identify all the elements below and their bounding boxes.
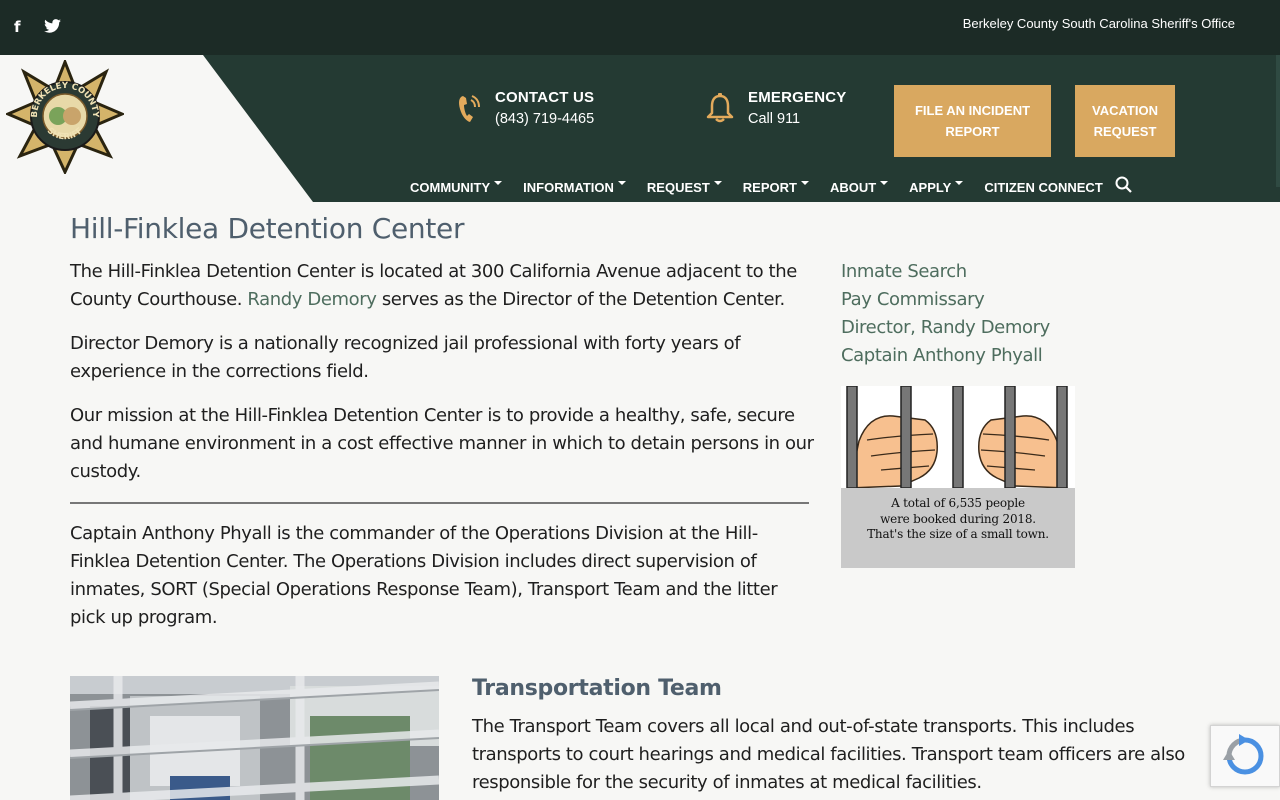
nav-item-about[interactable]: ABOUT bbox=[830, 180, 889, 195]
bookings-infographic: A total of 6,535 people were booked duri… bbox=[841, 386, 1075, 568]
search-icon[interactable] bbox=[1115, 176, 1132, 198]
nav-item-citizen-connect[interactable]: CITIZEN CONNECT bbox=[984, 180, 1102, 195]
vacation-request-button[interactable]: VACATION REQUEST bbox=[1075, 85, 1175, 157]
caret-down-icon bbox=[713, 181, 722, 185]
nav-item-apply[interactable]: APPLY bbox=[909, 180, 964, 195]
twitter-icon[interactable] bbox=[44, 19, 61, 37]
contact-us-title: CONTACT US bbox=[495, 89, 595, 106]
transportation-team-heading: Transportation Team bbox=[472, 676, 722, 701]
emergency-title: EMERGENCY bbox=[748, 89, 847, 106]
nav-item-request[interactable]: REQUEST bbox=[647, 180, 722, 195]
caret-down-icon bbox=[800, 181, 809, 185]
hands-on-bars-image bbox=[841, 386, 1075, 489]
transport-van-photo bbox=[70, 676, 439, 800]
emergency-detail: Call 911 bbox=[748, 111, 801, 127]
director-paragraph: Director Demory is a nationally recogniz… bbox=[70, 333, 741, 382]
emergency-block[interactable]: EMERGENCY Call 911 bbox=[748, 89, 846, 127]
inmate-search-link[interactable]: Inmate Search bbox=[841, 258, 1050, 286]
caret-down-icon bbox=[494, 181, 503, 185]
sidebar-links: Inmate Search Pay Commissary Director, R… bbox=[841, 258, 1050, 370]
contact-us-block[interactable]: CONTACT US (843) 719-4465 bbox=[495, 89, 594, 127]
caret-down-icon bbox=[880, 181, 889, 185]
nav-item-community[interactable]: COMMUNITY bbox=[410, 180, 503, 195]
recaptcha-badge[interactable] bbox=[1210, 725, 1280, 787]
nav-item-information[interactable]: INFORMATION bbox=[523, 180, 626, 195]
randy-demory-link[interactable]: Randy Demory bbox=[247, 289, 376, 310]
operations-paragraph: Captain Anthony Phyall is the commander … bbox=[70, 523, 778, 628]
bell-icon bbox=[705, 92, 735, 128]
nav-item-report[interactable]: REPORT bbox=[743, 180, 809, 195]
main-nav: COMMUNITY INFORMATION REQUEST REPORT ABO… bbox=[410, 176, 1132, 198]
sheriff-badge-logo[interactable]: BERKELEY COUNTY SHERIFF bbox=[4, 57, 126, 176]
bookings-caption: A total of 6,535 people were booked duri… bbox=[867, 496, 1049, 541]
director-link[interactable]: Director, Randy Demory bbox=[841, 314, 1050, 342]
scrollbar-thumb[interactable] bbox=[1276, 55, 1280, 187]
captain-link[interactable]: Captain Anthony Phyall bbox=[841, 342, 1050, 370]
pay-commissary-link[interactable]: Pay Commissary bbox=[841, 286, 1050, 314]
caret-down-icon bbox=[955, 181, 964, 185]
contact-phone-number[interactable]: (843) 719-4465 bbox=[495, 111, 594, 127]
transportation-team-paragraph: The Transport Team covers all local and … bbox=[472, 716, 1185, 793]
mission-paragraph: Our mission at the Hill-Finklea Detentio… bbox=[70, 405, 814, 482]
file-incident-report-button[interactable]: FILE AN INCIDENT REPORT bbox=[894, 85, 1051, 157]
facebook-icon[interactable]: f bbox=[14, 18, 21, 36]
phone-icon bbox=[456, 93, 482, 129]
intro-paragraph: The Hill-Finklea Detention Center is loc… bbox=[70, 261, 797, 310]
caret-down-icon bbox=[617, 181, 626, 185]
page-title: Hill-Finklea Detention Center bbox=[70, 212, 465, 245]
section-divider bbox=[70, 502, 809, 504]
site-name: Berkeley County South Carolina Sheriff's… bbox=[962, 16, 1235, 31]
top-bar: f Berkeley County South Carolina Sheriff… bbox=[0, 0, 1280, 55]
